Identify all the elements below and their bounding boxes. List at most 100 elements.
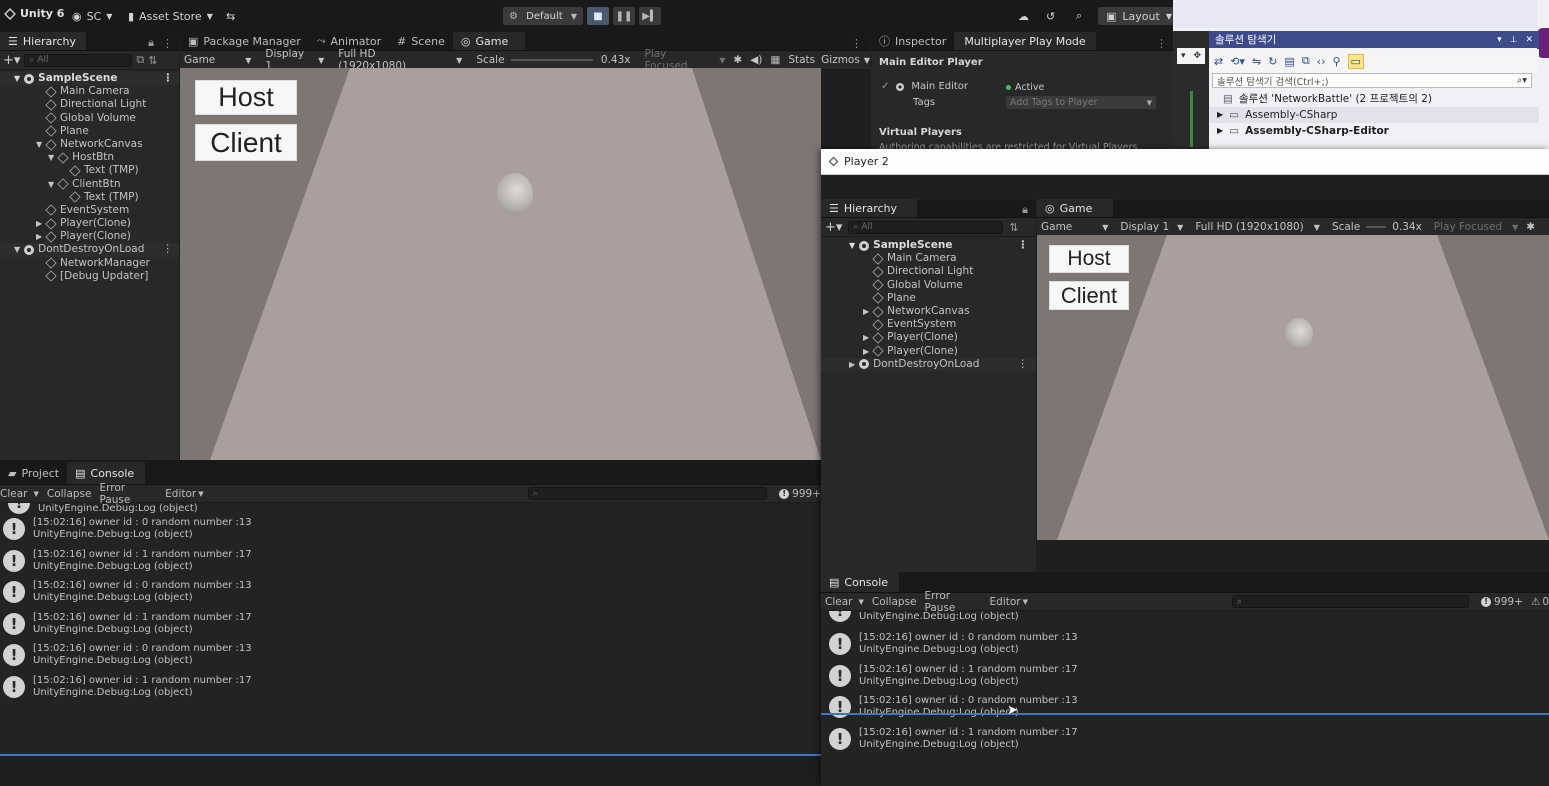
tab-hierarchy[interactable]: ☰ Hierarchy xyxy=(821,199,917,217)
gizmos-dropdown[interactable]: Gizmos xyxy=(821,54,860,66)
tree-item[interactable]: NetworkManager xyxy=(0,257,179,270)
tags-dropdown[interactable]: Add Tags to Player ▼ xyxy=(1006,96,1156,109)
tree-item[interactable]: ▶ Player(Clone) xyxy=(0,217,179,230)
scale-slider[interactable] xyxy=(510,59,593,61)
p2-console-search-input[interactable]: ⌕ xyxy=(1232,595,1470,608)
warning-count-toggle[interactable]: ! 999+ xyxy=(1481,596,1523,608)
tree-item[interactable]: ▶ Player(Clone) xyxy=(821,331,1036,344)
tree-item[interactable]: EventSystem xyxy=(821,318,1036,331)
game-mode-dropdown[interactable]: Game ▼ xyxy=(1041,221,1108,233)
expand-arrow-icon[interactable]: ▶ xyxy=(863,331,869,344)
resolution-dropdown[interactable]: Full HD (1920x1080) ▼ xyxy=(1195,221,1320,233)
solution-node[interactable]: ▤ 솔루션 'NetworkBattle' (2 프로젝트의 2) xyxy=(1209,91,1539,107)
tab-console[interactable]: ▤ Console xyxy=(821,572,899,592)
preview-icon[interactable]: ▭ xyxy=(1347,53,1364,69)
tree-item[interactable]: Directional Light xyxy=(821,265,1036,278)
bug-icon[interactable]: ✱ xyxy=(1526,221,1535,233)
expand-arrow-icon[interactable]: ▶ xyxy=(36,217,42,230)
asset-store-dropdown[interactable]: ▮ Asset Store ▼ xyxy=(122,6,219,26)
console-search-input[interactable]: ⌕ xyxy=(527,487,768,500)
expand-arrow-icon[interactable]: ▶ xyxy=(36,230,42,243)
tree-item-dontdestroyonload[interactable]: ▼ DontDestroyOnLoad ⋮ xyxy=(0,243,179,257)
more-icon[interactable]: ⋮ xyxy=(1156,37,1167,50)
clear-dropdown[interactable]: Clear ▼ xyxy=(0,488,39,500)
pin-icon[interactable]: ⊥ xyxy=(1510,35,1518,45)
log-entry[interactable]: ! [15:02:16] owner id : 1 random number :… xyxy=(3,612,803,644)
warning-count-toggle[interactable]: ! 999+ xyxy=(779,488,821,500)
more-icon[interactable]: ⋮ xyxy=(162,37,173,50)
expand-arrow-icon[interactable]: ▶ xyxy=(863,305,869,318)
stats-toggle[interactable]: Stats xyxy=(788,54,815,66)
undo-history-button[interactable]: ↺ xyxy=(1040,6,1061,26)
tree-item[interactable]: Text (TMP) xyxy=(0,164,179,177)
game-viewport[interactable]: Host Client xyxy=(180,68,821,460)
expand-arrow-icon[interactable]: ▼ xyxy=(48,151,54,164)
tree-item[interactable]: Text (TMP) xyxy=(0,191,179,204)
tree-item[interactable]: EventSystem xyxy=(0,204,179,217)
bug-icon[interactable]: ✱ xyxy=(733,54,742,66)
log-entry[interactable]: ! [15:02:16] owner id : 1 random number :… xyxy=(3,549,803,581)
host-button[interactable]: Host xyxy=(195,80,297,115)
tree-item[interactable]: ▶ NetworkCanvas xyxy=(821,305,1036,318)
audio-icon[interactable]: ◀) xyxy=(750,54,762,66)
tree-item-samplescene[interactable]: ▼ SampleScene ⋮ xyxy=(0,72,179,86)
console-split-line[interactable] xyxy=(0,754,821,756)
filter-icon[interactable]: ⧉ xyxy=(136,53,144,67)
tree-item[interactable]: ▼ ClientBtn xyxy=(0,178,179,191)
tree-item[interactable]: Global Volume xyxy=(821,279,1036,292)
log-entry[interactable]: ! [15:02:16] owner id : 0 random number :… xyxy=(829,632,1529,664)
tree-item[interactable]: Plane xyxy=(821,292,1036,305)
wrench-icon[interactable]: ⚲ xyxy=(1332,55,1340,68)
dropdown-icon[interactable]: ▾ xyxy=(1497,35,1502,45)
expand-arrow-icon[interactable]: ▼ xyxy=(36,138,42,151)
tree-item[interactable]: ▶ Player(Clone) xyxy=(821,345,1036,358)
error-pause-toggle[interactable]: Error Pause xyxy=(99,482,157,506)
show-all-icon[interactable]: ⧉ xyxy=(1302,54,1310,68)
editor-dropdown[interactable]: Editor ▼ xyxy=(990,596,1028,608)
tree-item[interactable]: Directional Light xyxy=(0,98,179,111)
tree-item[interactable]: Plane xyxy=(0,125,179,138)
solution-explorer-search-input[interactable]: 솔루션 탐색기 검색(Ctrl+;) ⌕▾ xyxy=(1212,73,1532,88)
clear-dropdown[interactable]: Clear ▼ xyxy=(825,596,864,608)
close-icon[interactable]: ✕ xyxy=(1525,35,1533,45)
pending-icon[interactable]: ⇋ xyxy=(1252,55,1261,68)
tree-item-dontdestroyonload[interactable]: ▶ DontDestroyOnLoad ⋮ xyxy=(821,357,1036,371)
game-mode-dropdown[interactable]: Game ▼ xyxy=(184,54,251,66)
log-entry[interactable]: ! [15:02:16] owner id : 0 random number :… xyxy=(3,580,803,612)
tab-inspector[interactable]: ⓘ Inspector xyxy=(871,32,954,50)
log-entry[interactable]: ! [15:02:16] owner id : 0 random number :… xyxy=(829,695,1529,727)
editor-dropdown[interactable]: Editor ▼ xyxy=(165,488,203,500)
tree-item[interactable]: Main Camera xyxy=(821,252,1036,265)
collapse-toggle[interactable]: Collapse xyxy=(47,488,92,500)
unity-account-menu[interactable]: Unity 6 xyxy=(4,7,64,20)
more-icon[interactable]: ⋮ xyxy=(163,243,174,256)
p2-hierarchy-search-input[interactable]: ⌕ All xyxy=(848,220,1004,234)
sync-icon[interactable]: ⇄ xyxy=(1214,55,1223,68)
sort-icon[interactable]: ⇅ xyxy=(148,54,157,67)
play-mode-profile-dropdown[interactable]: ⚙ Default ▼ xyxy=(503,7,583,25)
project-node[interactable]: ▶ ▭ Assembly-CSharp xyxy=(1209,107,1539,123)
project-node[interactable]: ▶ ▭ Assembly-CSharp-Editor xyxy=(1209,123,1539,139)
expand-arrow-icon[interactable]: ▼ xyxy=(48,178,54,191)
tab-game[interactable]: ◎ Game xyxy=(452,32,525,50)
log-entry[interactable]: ! [15:02:16] owner id : 1 random number :… xyxy=(829,664,1529,696)
tree-item[interactable]: Main Camera xyxy=(0,85,179,98)
play-button[interactable]: ■ xyxy=(587,7,609,25)
scale-slider[interactable] xyxy=(1366,226,1387,228)
tree-item[interactable]: ▼ NetworkCanvas xyxy=(0,138,179,151)
log-entry[interactable]: ! [15:02:16] owner id : 1 random number :… xyxy=(829,727,1529,759)
tab-hierarchy[interactable]: ☰ Hierarchy xyxy=(0,32,86,50)
log-entry-partial[interactable]: ! UnityEngine.Debug:Log (object) xyxy=(829,611,1019,631)
log-entry[interactable]: ! [15:02:16] owner id : 0 random number :… xyxy=(3,643,803,675)
more-icon[interactable]: ⋮ xyxy=(1018,358,1029,371)
client-button[interactable]: Client xyxy=(195,124,297,161)
expand-arrow-icon[interactable]: ▶ xyxy=(863,345,869,358)
code-icon[interactable]: ‹› xyxy=(1317,55,1326,68)
tree-item-samplescene[interactable]: ▼ SampleScene ⋮ xyxy=(821,239,1036,252)
tree-item[interactable]: ▼ HostBtn xyxy=(0,151,179,164)
more-icon[interactable]: ⋮ xyxy=(851,37,862,50)
version-control-button[interactable]: ⇆ xyxy=(220,6,241,26)
lock-icon[interactable]: 🔒︎ xyxy=(148,36,154,50)
layout-dropdown[interactable]: ▣ Layout ▼ xyxy=(1098,7,1180,25)
display-dropdown[interactable]: Display 1 ▼ xyxy=(1120,221,1183,233)
